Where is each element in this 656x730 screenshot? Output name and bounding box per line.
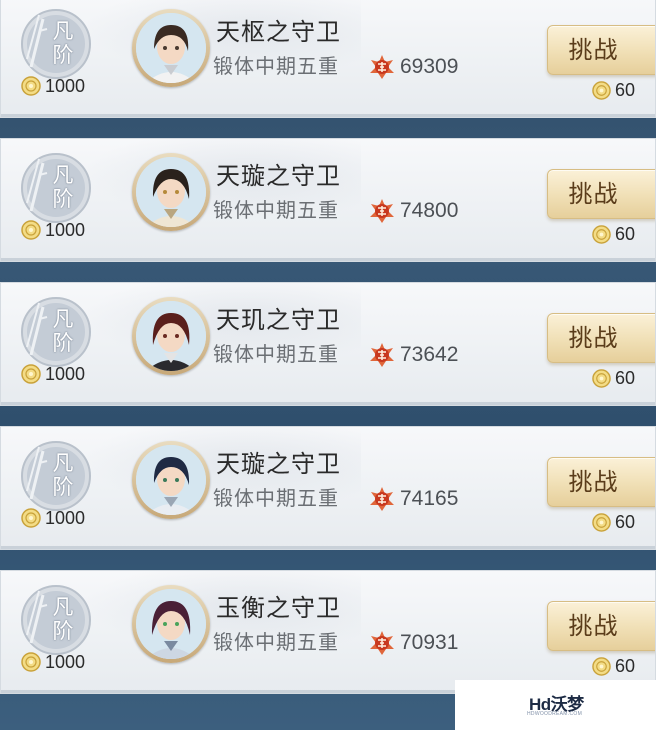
- coin-icon: [21, 508, 41, 528]
- reward: 1000: [21, 218, 85, 242]
- avatar[interactable]: [132, 585, 210, 663]
- opponent-realm: 锻体中期五重: [213, 342, 339, 366]
- challenge-button[interactable]: 挑战: [547, 169, 655, 219]
- avatar[interactable]: [132, 153, 210, 231]
- opponent-name: 天璇之守卫: [216, 162, 341, 190]
- challenge-button[interactable]: 挑战: [547, 457, 655, 507]
- challenge-button-label: 挑战: [568, 468, 619, 496]
- watermark: Hd沃梦 HDWOODREAM.COM: [455, 680, 656, 730]
- avatar[interactable]: [132, 441, 210, 519]
- opponent-name: 天玑之守卫: [216, 306, 341, 334]
- reward: 1000: [21, 506, 85, 530]
- opponent-list: 凡阶 1000 天枢之守卫 锻体中期五重 69309 挑战 60 凡阶 1000…: [0, 0, 656, 730]
- challenge-cost: 60: [592, 223, 635, 245]
- avatar[interactable]: [132, 9, 210, 87]
- rank-badge-icon: 凡阶: [19, 7, 93, 81]
- challenge-cost: 60: [592, 367, 635, 389]
- challenge-button[interactable]: 挑战: [547, 601, 655, 651]
- combat-power: 69309: [369, 53, 458, 81]
- battle-icon: [369, 630, 395, 656]
- reward-value: 1000: [45, 219, 86, 240]
- coin-icon: [592, 368, 611, 388]
- combat-power: 74800: [369, 197, 458, 225]
- challenge-cost-value: 60: [615, 655, 636, 676]
- opponent-realm: 锻体中期五重: [213, 486, 339, 510]
- coin-icon: [21, 220, 41, 240]
- battle-icon: [369, 198, 395, 224]
- reward: 1000: [21, 650, 85, 674]
- battle-icon: [369, 486, 395, 512]
- challenge-button-label: 挑战: [568, 612, 619, 640]
- rank-badge-icon: 凡阶: [19, 295, 93, 369]
- challenge-button[interactable]: 挑战: [547, 25, 655, 75]
- challenge-cost: 60: [592, 79, 635, 101]
- opponent-realm: 锻体中期五重: [213, 54, 339, 78]
- combat-power-value: 70931: [400, 631, 459, 654]
- challenge-cost-value: 60: [615, 223, 636, 244]
- coin-icon: [21, 364, 41, 384]
- challenge-cost-value: 60: [615, 511, 636, 532]
- coin-icon: [21, 652, 41, 672]
- combat-power-value: 74165: [400, 487, 459, 510]
- coin-icon: [592, 80, 611, 100]
- reward: 1000: [21, 74, 85, 98]
- rank-label: 凡阶: [52, 451, 74, 499]
- rank-label: 凡阶: [52, 19, 74, 67]
- battle-icon: [369, 54, 395, 80]
- rank-badge-icon: 凡阶: [19, 151, 93, 225]
- opponent-card: 凡阶 1000 天枢之守卫 锻体中期五重 69309 挑战 60: [0, 0, 656, 118]
- challenge-cost: 60: [592, 511, 635, 533]
- coin-icon: [592, 224, 611, 244]
- opponent-card: 凡阶 1000 天玑之守卫 锻体中期五重 73642 挑战 60: [0, 282, 656, 406]
- challenge-button[interactable]: 挑战: [547, 313, 655, 363]
- rank-label: 凡阶: [52, 595, 74, 643]
- battle-icon: [369, 342, 395, 368]
- opponent-realm: 锻体中期五重: [213, 198, 339, 222]
- challenge-cost-value: 60: [615, 367, 636, 388]
- reward-value: 1000: [45, 75, 86, 96]
- reward-value: 1000: [45, 507, 86, 528]
- reward-value: 1000: [45, 651, 86, 672]
- coin-icon: [592, 512, 611, 532]
- opponent-realm: 锻体中期五重: [213, 630, 339, 654]
- opponent-card: 凡阶 1000 天璇之守卫 锻体中期五重: [0, 426, 656, 550]
- rank-badge-icon: 凡阶: [19, 583, 93, 657]
- combat-power: 70931: [369, 629, 458, 657]
- watermark-subtext: HDWOODREAM.COM: [527, 711, 583, 717]
- opponent-name: 天璇之守卫: [216, 450, 341, 478]
- challenge-button-label: 挑战: [568, 324, 619, 352]
- combat-power-value: 73642: [400, 343, 459, 366]
- opponent-name: 玉衡之守卫: [216, 594, 341, 622]
- reward: 1000: [21, 362, 85, 386]
- coin-icon: [592, 656, 611, 676]
- combat-power: 74165: [369, 485, 458, 513]
- challenge-button-label: 挑战: [568, 180, 619, 208]
- avatar[interactable]: [132, 297, 210, 375]
- opponent-name: 天枢之守卫: [216, 18, 341, 46]
- challenge-button-label: 挑战: [568, 36, 619, 64]
- combat-power-value: 74800: [400, 199, 459, 222]
- coin-icon: [21, 76, 41, 96]
- rank-badge-icon: 凡阶: [19, 439, 93, 513]
- opponent-card: 凡阶 1000 天璇之守卫 锻体中期五重: [0, 138, 656, 262]
- challenge-cost: 60: [592, 655, 635, 677]
- combat-power-value: 69309: [400, 55, 459, 78]
- challenge-cost-value: 60: [615, 79, 636, 100]
- reward-value: 1000: [45, 363, 86, 384]
- opponent-card: 凡阶 1000 玉衡之守卫 锻体中期五重 70931 挑战 60: [0, 570, 656, 694]
- rank-label: 凡阶: [52, 307, 74, 355]
- rank-label: 凡阶: [52, 163, 74, 211]
- combat-power: 73642: [369, 341, 458, 369]
